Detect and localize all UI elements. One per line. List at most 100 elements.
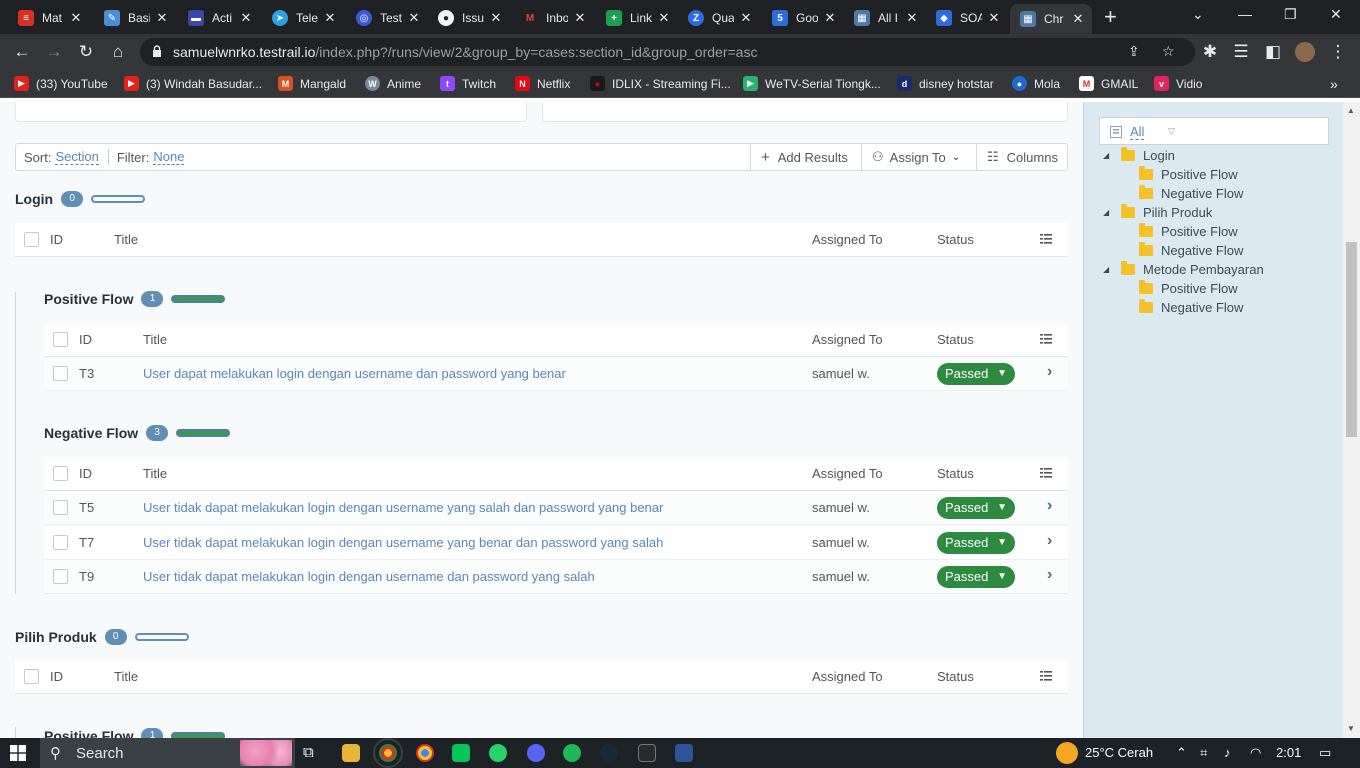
weather-icon[interactable]	[1056, 742, 1078, 764]
side-panel-icon[interactable]: ◧	[1261, 40, 1285, 64]
select-all-checkbox[interactable]	[53, 332, 68, 347]
browser-tab[interactable]: + Link ✕	[606, 4, 670, 32]
clock-time[interactable]: 2:01	[1276, 745, 1301, 760]
tree-node[interactable]: Positive Flow	[1139, 223, 1238, 239]
chevron-right-icon[interactable]: ›	[1047, 363, 1052, 381]
browser-tab[interactable]: 5 Goo ✕	[772, 4, 836, 32]
share-icon[interactable]: ⇪	[1128, 43, 1140, 60]
whatsapp-icon[interactable]	[489, 744, 507, 762]
browser-tab[interactable]: M Inbo ✕	[522, 4, 586, 32]
bookmark-vidio[interactable]: v Vidio	[1154, 76, 1202, 91]
tab-close-icon[interactable]: ✕	[156, 10, 168, 26]
volume-icon[interactable]: ♪	[1224, 745, 1231, 760]
bookmark-anime[interactable]: W Anime	[365, 76, 421, 91]
tab-close-icon[interactable]: ✕	[824, 10, 836, 26]
new-tab-icon[interactable]: +	[1104, 6, 1117, 28]
tab-close-icon[interactable]: ✕	[574, 10, 586, 26]
back-icon[interactable]: ←	[10, 40, 34, 64]
more-bookmarks-icon[interactable]: »	[1330, 76, 1338, 92]
tab-close-icon[interactable]: ✕	[490, 10, 502, 26]
spotify-icon[interactable]	[563, 744, 581, 762]
collapse-triangle-icon[interactable]: ◢	[1103, 151, 1113, 160]
reload-icon[interactable]: ↻	[74, 40, 98, 64]
chevron-right-icon[interactable]: ›	[1047, 497, 1052, 515]
close-window-icon[interactable]: ✕	[1330, 6, 1342, 23]
bookmark-star-icon[interactable]: ☆	[1162, 43, 1175, 60]
filter-all-link[interactable]: All	[1130, 124, 1145, 140]
restore-icon[interactable]: ❐	[1284, 6, 1297, 23]
table-row[interactable]: T9 User tidak dapat melakukan login deng…	[44, 560, 1068, 594]
row-checkbox[interactable]	[53, 535, 68, 550]
browser-tab[interactable]: Z Qua ✕	[688, 4, 752, 32]
browser-tab[interactable]: ● Issu ✕	[438, 4, 502, 32]
task-view-icon[interactable]: ⧉	[303, 744, 321, 762]
taskbar-search[interactable]: ⚲ Search	[40, 738, 295, 768]
tab-close-icon[interactable]: ✕	[906, 10, 918, 26]
minimize-icon[interactable]: —	[1238, 6, 1252, 22]
tree-filter-box[interactable]: All ▽	[1099, 117, 1329, 145]
row-checkbox[interactable]	[53, 366, 68, 381]
tab-search-chevron-icon[interactable]: ⌄	[1192, 6, 1204, 23]
select-all-checkbox[interactable]	[24, 669, 39, 684]
row-checkbox[interactable]	[53, 569, 68, 584]
column-settings-icon[interactable]	[1040, 234, 1052, 244]
browser-tab[interactable]: ◎ Test ✕	[356, 4, 420, 32]
word-icon[interactable]	[675, 744, 693, 762]
status-dropdown[interactable]: Passed ▼	[937, 363, 1015, 385]
column-settings-icon[interactable]	[1040, 334, 1052, 344]
bookmark-gmail[interactable]: M GMAIL	[1079, 76, 1138, 91]
notification-icon[interactable]: ▭	[1319, 745, 1331, 761]
extensions-icon[interactable]: ✱	[1198, 40, 1222, 64]
address-bar[interactable]: samuelwnrko.testrail.io/index.php?/runs/…	[140, 38, 1195, 66]
table-row[interactable]: T5 User tidak dapat melakukan login deng…	[44, 491, 1068, 525]
tab-close-icon[interactable]: ✕	[740, 10, 752, 26]
collapse-triangle-icon[interactable]: ◢	[1103, 265, 1113, 274]
browser-tab[interactable]: ≡ Mat ✕	[18, 4, 82, 32]
tab-close-icon[interactable]: ✕	[408, 10, 420, 26]
tree-node[interactable]: Negative Flow	[1139, 299, 1243, 315]
bookmark-disney-hotstar[interactable]: d disney hotstar	[897, 76, 994, 91]
tab-close-icon[interactable]: ✕	[240, 10, 252, 26]
epic-games-icon[interactable]	[638, 744, 656, 762]
browser-tab-active[interactable]: ▦ Chr ✕	[1010, 4, 1092, 34]
line-icon[interactable]	[452, 744, 470, 762]
column-settings-icon[interactable]	[1040, 671, 1052, 681]
scroll-up-icon[interactable]: ▲	[1347, 106, 1355, 115]
bookmark-wetv[interactable]: ▶ WeTV-Serial Tiongk...	[743, 76, 881, 91]
table-row[interactable]: T7 User tidak dapat melakukan login deng…	[44, 526, 1068, 560]
tree-node[interactable]: ◢ Metode Pembayaran	[1103, 261, 1264, 277]
page-scrollbar[interactable]: ▲ ▼	[1343, 102, 1360, 738]
windows-start-icon[interactable]	[10, 745, 26, 761]
browser-tab[interactable]: ➤ Tele ✕	[272, 4, 336, 32]
browser-tab[interactable]: ▦ All I ✕	[854, 4, 918, 32]
home-icon[interactable]: ⌂	[106, 40, 130, 64]
select-all-checkbox[interactable]	[24, 232, 39, 247]
forward-icon[interactable]: →	[42, 40, 66, 64]
tree-node[interactable]: Positive Flow	[1139, 280, 1238, 296]
wifi-icon[interactable]: ◠	[1250, 745, 1261, 761]
collapse-triangle-icon[interactable]: ◢	[1103, 208, 1113, 217]
tab-close-icon[interactable]: ✕	[988, 10, 1000, 26]
chrome-profile-icon[interactable]	[416, 744, 434, 762]
reading-list-icon[interactable]: ☰	[1229, 40, 1253, 64]
bookmark-windah[interactable]: ▶ (3) Windah Basudar...	[124, 76, 262, 91]
chevron-right-icon[interactable]: ›	[1047, 566, 1052, 584]
test-title-link[interactable]: User tidak dapat melakukan login dengan …	[143, 535, 663, 550]
tab-close-icon[interactable]: ✕	[324, 10, 336, 26]
bookmark-youtube[interactable]: ▶ (33) YouTube	[14, 76, 108, 91]
bookmark-netflix[interactable]: N Netflix	[515, 76, 570, 91]
filter-link[interactable]: None	[153, 149, 185, 165]
tree-node[interactable]: ◢ Pilih Produk	[1103, 204, 1212, 220]
tree-node[interactable]: Positive Flow	[1139, 166, 1238, 182]
table-row[interactable]: T3 User dapat melakukan login dengan use…	[44, 357, 1068, 391]
bookmark-mangald[interactable]: M Mangald	[278, 76, 346, 91]
column-settings-icon[interactable]	[1040, 468, 1052, 478]
tray-chevron-up-icon[interactable]: ⌃	[1176, 745, 1187, 761]
chrome-icon[interactable]	[373, 738, 403, 768]
scroll-down-icon[interactable]: ▼	[1347, 724, 1355, 733]
status-dropdown[interactable]: Passed ▼	[937, 566, 1015, 588]
bookmark-twitch[interactable]: t Twitch	[440, 76, 496, 91]
chevron-right-icon[interactable]: ›	[1047, 532, 1052, 550]
tab-close-icon[interactable]: ✕	[70, 10, 82, 26]
select-all-checkbox[interactable]	[53, 466, 68, 481]
